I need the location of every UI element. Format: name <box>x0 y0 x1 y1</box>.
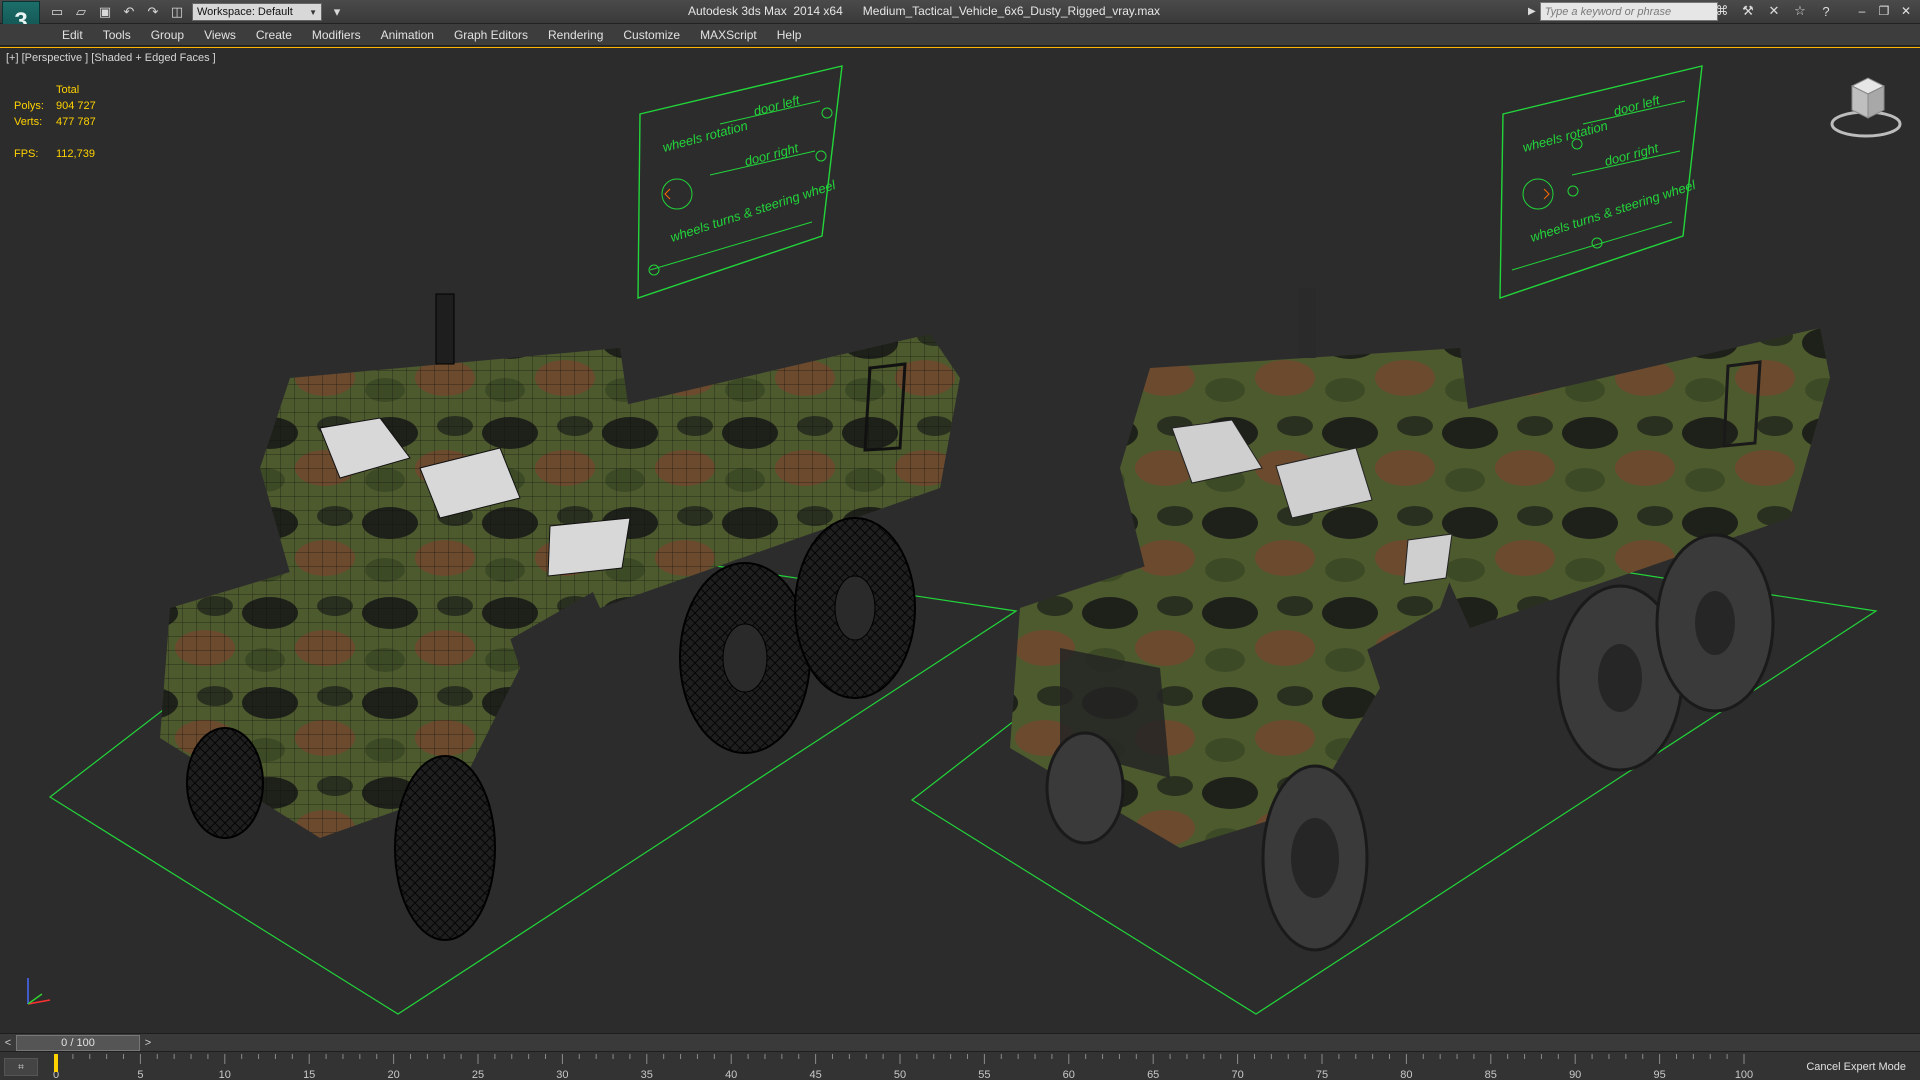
ruler-tick-label: 25 <box>472 1069 484 1080</box>
undo-icon[interactable]: ↶ <box>120 3 138 21</box>
ruler-tick-label: 15 <box>303 1069 315 1080</box>
minimize-icon[interactable]: – <box>1854 2 1870 20</box>
menu-animation[interactable]: Animation <box>371 27 444 43</box>
stats-polys-row: Polys: 904 727 <box>14 98 96 114</box>
ruler-tick-label: 60 <box>1063 1069 1075 1080</box>
time-prev-button[interactable]: < <box>0 1035 16 1051</box>
time-next-button[interactable]: > <box>140 1035 156 1051</box>
track-bar[interactable]: 0 5 10 15 20 25 30 35 40 45 50 55 60 65 70 75 80 85 90 95 10… <box>0 1051 1920 1080</box>
main-menu: Edit Tools Group Views Create Modifiers … <box>52 27 811 43</box>
workspace-label: Workspace: Default <box>197 6 293 18</box>
infocenter: ▶ <box>1528 2 1718 21</box>
ruler-tick-label: 90 <box>1569 1069 1581 1080</box>
ruler-tick-label: 85 <box>1485 1069 1497 1080</box>
ruler-tick-label: 55 <box>978 1069 990 1080</box>
ruler-tick-label: 35 <box>641 1069 653 1080</box>
communication-icon[interactable]: ✕ <box>1765 2 1783 20</box>
fps-value: 112,739 <box>56 148 95 160</box>
menu-maxscript[interactable]: MAXScript <box>690 27 767 43</box>
stats-fps-row: FPS: 112,739 <box>14 146 96 162</box>
menu-tools[interactable]: Tools <box>93 27 141 43</box>
window-title: Autodesk 3ds Max 2014 x64 Medium_Tactica… <box>688 4 1160 18</box>
ruler-tick-label: 20 <box>387 1069 399 1080</box>
project-folder-icon[interactable]: ◫ <box>168 3 186 21</box>
ruler-tick-label: 50 <box>894 1069 906 1080</box>
truck-wireframe[interactable] <box>160 293 960 941</box>
ruler-tick-label: 95 <box>1653 1069 1665 1080</box>
ruler-tick-label: 40 <box>725 1069 737 1080</box>
stats-verts-row: Verts: 477 787 <box>14 114 96 130</box>
save-file-icon[interactable]: ▣ <box>96 3 114 21</box>
menu-customize[interactable]: Customize <box>613 27 690 43</box>
ruler-ticks: 0 5 10 15 20 25 30 35 40 45 50 55 60 65 70 75 80 85 90 95 10… <box>53 1054 1753 1080</box>
menu-edit[interactable]: Edit <box>52 27 93 43</box>
truck-shaded[interactable] <box>1010 288 1830 952</box>
perspective-viewport[interactable]: [+] [Perspective ] [Shaded + Edged Faces… <box>0 47 1920 1033</box>
time-slider[interactable]: < 0 / 100 > <box>0 1033 1920 1051</box>
fps-label: FPS: <box>14 148 39 160</box>
title-bar: 3 ▭ ▱ ▣ ↶ ↷ ◫ Workspace: Default ▼ ▾ Aut… <box>0 0 1920 43</box>
time-slider-thumb[interactable]: 0 / 100 <box>16 1035 140 1051</box>
close-icon[interactable]: ✕ <box>1898 2 1914 20</box>
menu-rendering[interactable]: Rendering <box>538 27 613 43</box>
viewcube[interactable] <box>1828 74 1904 144</box>
cancel-expert-mode-button[interactable]: Cancel Expert Mode <box>1800 1057 1912 1077</box>
axis-tripod-icon <box>27 978 51 1005</box>
window-controls: – ❐ ✕ <box>1854 2 1914 20</box>
ruler-tick-label: 75 <box>1316 1069 1328 1080</box>
binoculars-icon[interactable]: ⌘ <box>1713 2 1731 20</box>
ruler-tick-label: 80 <box>1400 1069 1412 1080</box>
ruler-tick-label: 10 <box>219 1069 231 1080</box>
rig-control-panel-left[interactable] <box>637 65 843 299</box>
viewport-label[interactable]: [+] [Perspective ] [Shaded + Edged Faces… <box>6 52 216 64</box>
workspace-select[interactable]: Workspace: Default ▼ <box>192 3 322 21</box>
viewport-scene <box>48 65 1878 1015</box>
quick-access-toolbar: ▭ ▱ ▣ ↶ ↷ ◫ Workspace: Default ▼ ▾ <box>48 2 346 22</box>
restore-icon[interactable]: ❐ <box>1876 2 1892 20</box>
menu-views[interactable]: Views <box>194 27 246 43</box>
ruler-tick-label: 45 <box>809 1069 821 1080</box>
favorites-star-icon[interactable]: ☆ <box>1791 2 1809 20</box>
key-mode-icon[interactable]: ⌗ <box>4 1058 38 1076</box>
menu-create[interactable]: Create <box>246 27 302 43</box>
viewport-statistics: Total Polys: 904 727 Verts: 477 787 FPS:… <box>14 82 96 162</box>
subscription-icon[interactable]: ⚒ <box>1739 2 1757 20</box>
ruler-tick-label: 65 <box>1147 1069 1159 1080</box>
infocenter-tools: ⌘ ⚒ ✕ ☆ ? <box>1713 2 1835 20</box>
menu-bar: Edit Tools Group Views Create Modifiers … <box>0 24 1920 46</box>
open-file-icon[interactable]: ▱ <box>72 3 90 21</box>
app-title: Autodesk 3ds Max 2014 x64 <box>688 4 843 18</box>
ruler-tick-label: 5 <box>137 1069 143 1080</box>
help-icon[interactable]: ? <box>1817 2 1835 20</box>
redo-icon[interactable]: ↷ <box>144 3 162 21</box>
verts-label: Verts: <box>14 116 43 128</box>
menu-graph-editors[interactable]: Graph Editors <box>444 27 538 43</box>
menu-group[interactable]: Group <box>141 27 194 43</box>
menu-help[interactable]: Help <box>767 27 812 43</box>
file-name: Medium_Tactical_Vehicle_6x6_Dusty_Rigged… <box>862 4 1161 18</box>
polys-label: Polys: <box>14 100 44 112</box>
infocenter-expand-icon[interactable]: ▶ <box>1528 6 1536 17</box>
polys-value: 904 727 <box>56 100 96 112</box>
stats-total-header: Total <box>56 84 80 96</box>
chevron-down-icon: ▼ <box>309 7 317 17</box>
ruler-tick-label: 70 <box>1231 1069 1243 1080</box>
rig-control-panel-right[interactable] <box>1499 65 1703 299</box>
search-input[interactable] <box>1539 2 1718 21</box>
menu-modifiers[interactable]: Modifiers <box>302 27 371 43</box>
verts-value: 477 787 <box>56 116 96 128</box>
ruler-tick-label: 100 <box>1735 1069 1753 1080</box>
new-file-icon[interactable]: ▭ <box>48 3 66 21</box>
track-bar-ruler[interactable]: 0 5 10 15 20 25 30 35 40 45 50 55 60 65 70 75 80 85 90 95 10… <box>0 1052 1800 1080</box>
current-frame-marker[interactable] <box>54 1054 58 1072</box>
ruler-tick-label: 30 <box>556 1069 568 1080</box>
qa-customize-icon[interactable]: ▾ <box>328 3 346 21</box>
